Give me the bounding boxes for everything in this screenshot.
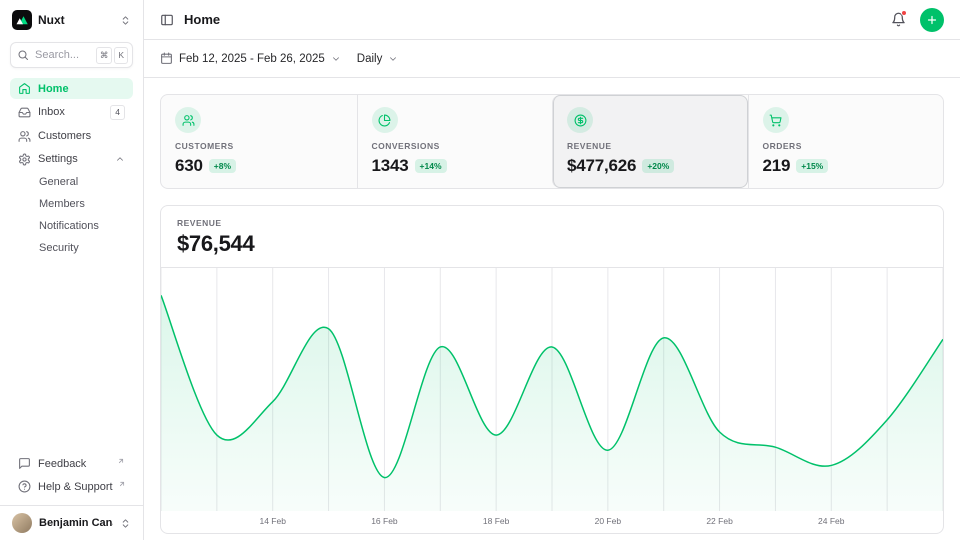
header-right — [891, 8, 944, 32]
chevron-up-down-icon — [120, 15, 131, 26]
stat-label: CUSTOMERS — [175, 141, 343, 151]
chart-title: REVENUE — [177, 218, 927, 228]
home-icon — [18, 82, 31, 95]
stat-value: 630 — [175, 156, 203, 176]
settings-children: General Members Notifications Security — [10, 172, 133, 258]
stat-value: 1343 — [372, 156, 409, 176]
chevron-up-icon — [115, 154, 125, 164]
inbox-count-badge: 4 — [110, 105, 125, 120]
filters-toolbar: Feb 12, 2025 - Feb 26, 2025 Daily — [144, 40, 960, 78]
message-icon — [18, 457, 31, 470]
stat-delta-badge: +14% — [415, 159, 447, 174]
stats-row: CUSTOMERS 630 +8% CONVERSIONS 1343 +14% — [160, 94, 944, 189]
app-root: Nuxt ⌘ K Home — [0, 0, 960, 540]
granularity-select[interactable]: Daily — [357, 53, 399, 65]
sidebar-item-general[interactable]: General — [10, 172, 133, 192]
plus-icon — [926, 14, 938, 26]
date-range-picker[interactable]: Feb 12, 2025 - Feb 26, 2025 — [160, 52, 341, 65]
nuxt-logo-icon — [12, 10, 32, 30]
sidebar-item-label: Home — [38, 83, 125, 95]
x-axis-label: 16 Feb — [371, 516, 397, 526]
notifications-button[interactable] — [891, 12, 906, 27]
kbd-cmd: ⌘ — [96, 47, 113, 64]
granularity-label: Daily — [357, 53, 383, 65]
notification-dot — [901, 10, 907, 16]
search: ⌘ K — [10, 42, 133, 68]
sidebar-collapse-button[interactable] — [160, 13, 174, 27]
stat-delta-badge: +15% — [796, 159, 828, 174]
user-menu[interactable]: Benjamin Canac — [0, 505, 143, 540]
chevron-down-icon — [388, 54, 398, 64]
shopping-cart-icon — [763, 107, 789, 133]
stat-value: 219 — [763, 156, 791, 176]
stat-label: CONVERSIONS — [372, 141, 539, 151]
circle-dollar-icon — [567, 107, 593, 133]
date-range-label: Feb 12, 2025 - Feb 26, 2025 — [179, 53, 325, 65]
x-axis-label: 20 Feb — [595, 516, 621, 526]
chart-x-axis: 14 Feb 16 Feb 18 Feb 20 Feb 22 Feb 24 Feb — [161, 511, 943, 533]
sidebar-spacer — [0, 258, 143, 454]
main-panel: Home Feb 12, 2025 - Feb 26, 2025 — [144, 0, 960, 540]
sidebar: Nuxt ⌘ K Home — [0, 0, 144, 540]
sidebar-footer-links: Feedback Help & Support — [0, 453, 143, 505]
x-axis-label: 24 Feb — [818, 516, 844, 526]
help-support-link[interactable]: Help & Support — [10, 476, 133, 497]
revenue-area-chart — [161, 268, 943, 511]
header-left: Home — [160, 12, 220, 27]
search-shortcut: ⌘ K — [96, 47, 128, 64]
stat-card-orders[interactable]: ORDERS 219 +15% — [748, 95, 944, 188]
stat-label: REVENUE — [567, 141, 734, 151]
user-avatar — [12, 513, 32, 533]
sidebar-item-home[interactable]: Home — [10, 78, 133, 99]
user-name: Benjamin Canac — [39, 517, 113, 529]
x-axis-label: 14 Feb — [259, 516, 285, 526]
gear-icon — [18, 153, 31, 166]
users-icon — [175, 107, 201, 133]
stat-card-conversions[interactable]: CONVERSIONS 1343 +14% — [357, 95, 553, 188]
help-support-label: Help & Support — [38, 481, 113, 493]
sidebar-item-members[interactable]: Members — [10, 194, 133, 214]
chevron-up-down-icon — [120, 518, 131, 529]
sidebar-item-label: Customers — [38, 130, 125, 142]
inbox-icon — [18, 106, 31, 119]
chart-current-value: $76,544 — [177, 231, 927, 257]
sidebar-item-settings[interactable]: Settings — [10, 149, 133, 170]
add-button[interactable] — [920, 8, 944, 32]
search-icon — [17, 48, 29, 66]
sidebar-item-inbox[interactable]: Inbox 4 — [10, 101, 133, 124]
revenue-chart-card: REVENUE $76,544 — [160, 205, 944, 534]
kbd-k: K — [114, 47, 128, 64]
external-link-icon — [117, 457, 125, 465]
calendar-icon — [160, 52, 173, 65]
chevron-down-icon — [331, 54, 341, 64]
chart-plot-area — [161, 268, 943, 511]
page-title: Home — [184, 12, 220, 27]
top-header: Home — [144, 0, 960, 40]
feedback-label: Feedback — [38, 458, 112, 470]
users-icon — [18, 130, 31, 143]
stat-delta-badge: +8% — [209, 159, 236, 174]
help-circle-icon — [18, 480, 31, 493]
sidebar-item-label: Inbox — [38, 106, 103, 118]
dashboard-content: CUSTOMERS 630 +8% CONVERSIONS 1343 +14% — [144, 78, 960, 540]
stat-card-customers[interactable]: CUSTOMERS 630 +8% — [161, 95, 357, 188]
workspace-name: Nuxt — [38, 13, 114, 27]
sidebar-nav: Home Inbox 4 Customers Settings — [0, 78, 143, 258]
x-axis-label: 22 Feb — [706, 516, 732, 526]
workspace-switcher[interactable]: Nuxt — [0, 0, 143, 40]
sidebar-item-notifications[interactable]: Notifications — [10, 216, 133, 236]
pie-chart-icon — [372, 107, 398, 133]
x-axis-label: 18 Feb — [483, 516, 509, 526]
stat-delta-badge: +20% — [642, 159, 674, 174]
sidebar-item-label: Settings — [38, 153, 108, 165]
feedback-link[interactable]: Feedback — [10, 453, 133, 474]
stat-card-revenue[interactable]: REVENUE $477,626 +20% — [552, 95, 748, 188]
stat-label: ORDERS — [763, 141, 930, 151]
sidebar-item-security[interactable]: Security — [10, 238, 133, 258]
external-link-icon — [118, 480, 126, 488]
sidebar-item-customers[interactable]: Customers — [10, 126, 133, 147]
stat-value: $477,626 — [567, 156, 636, 176]
chart-header: REVENUE $76,544 — [161, 206, 943, 268]
